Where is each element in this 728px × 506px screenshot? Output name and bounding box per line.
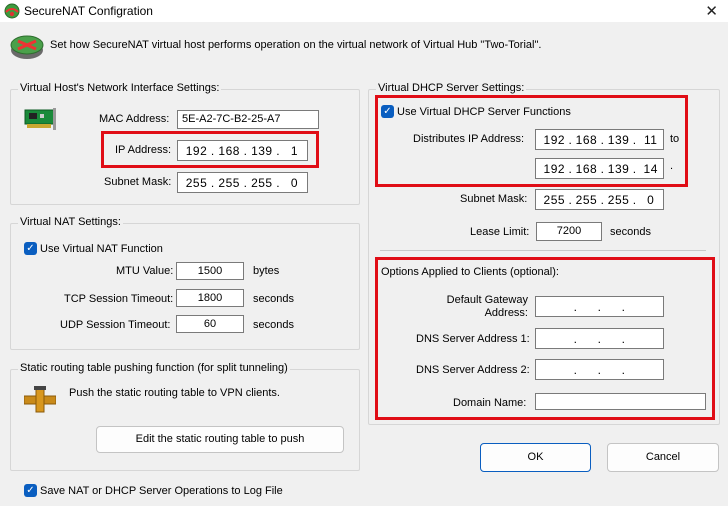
mac-address-field[interactable]: 5E-A2-7C-B2-25-A7 <box>177 110 319 129</box>
tcp-timeout-field[interactable]: 1800 <box>176 289 244 307</box>
ip-octet: 255 <box>607 192 630 207</box>
lease-limit-field[interactable]: 7200 <box>536 222 602 241</box>
dhcp-function-highlight <box>375 95 688 187</box>
ip-octet: 255 <box>218 175 240 190</box>
save-log-checkbox[interactable]: ✓ <box>24 484 37 497</box>
host-settings-title: Virtual Host's Network Interface Setting… <box>18 82 222 94</box>
save-log-label: Save NAT or DHCP Server Operations to Lo… <box>40 485 283 497</box>
dhcp-subnet-label: Subnet Mask: <box>460 193 528 205</box>
use-nat-label: Use Virtual NAT Function <box>40 243 163 255</box>
udp-timeout-field[interactable]: 60 <box>176 315 244 333</box>
lease-limit-unit: seconds <box>610 226 651 238</box>
routing-group <box>10 369 360 471</box>
tcp-timeout-label: TCP Session Timeout: <box>64 293 174 305</box>
subnet-mask-label: Subnet Mask: <box>104 176 172 188</box>
routing-title: Static routing table pushing function (f… <box>18 362 290 374</box>
window-title: SecureNAT Configration <box>24 4 153 18</box>
cancel-button[interactable]: Cancel <box>607 443 719 472</box>
mac-address-label: MAC Address: <box>99 113 170 125</box>
use-nat-checkbox[interactable]: ✓ <box>24 242 37 255</box>
ip-octet: 255 <box>185 175 208 190</box>
nat-settings-title: Virtual NAT Settings: <box>18 216 123 228</box>
ip-octet: 0 <box>290 175 299 190</box>
dhcp-settings-title: Virtual DHCP Server Settings: <box>376 82 527 94</box>
ip-address-highlight <box>101 131 319 168</box>
mtu-field[interactable]: 1500 <box>176 262 244 280</box>
securenat-globe-icon <box>4 3 20 19</box>
options-highlight <box>375 257 715 420</box>
separator <box>380 250 706 251</box>
ip-octet: 255 <box>251 175 273 190</box>
mtu-unit: bytes <box>253 265 280 277</box>
network-card-icon <box>24 106 58 132</box>
mtu-label: MTU Value: <box>116 265 174 277</box>
subnet-mask-field[interactable]: 255. 255. 255. 0 <box>177 172 308 193</box>
routing-description: Push the static routing table to VPN cli… <box>69 387 280 399</box>
close-button[interactable]: ✕ <box>705 2 718 20</box>
ip-octet: 255 <box>575 192 598 207</box>
lease-limit-label: Lease Limit: <box>470 226 530 238</box>
udp-timeout-label: UDP Session Timeout: <box>60 319 171 331</box>
dhcp-subnet-field[interactable]: 255. 255. 255. 0 <box>535 189 664 210</box>
ok-button[interactable]: OK <box>480 443 591 472</box>
router-icon <box>10 31 44 61</box>
tcp-timeout-unit: seconds <box>253 293 294 305</box>
udp-timeout-unit: seconds <box>253 319 294 331</box>
pipe-valve-icon <box>23 386 57 414</box>
ip-octet: 0 <box>647 192 655 207</box>
ip-octet: 255 <box>543 192 566 207</box>
edit-routing-table-button[interactable]: Edit the static routing table to push <box>96 426 344 453</box>
header-description: Set how SecureNAT virtual host performs … <box>50 39 542 51</box>
